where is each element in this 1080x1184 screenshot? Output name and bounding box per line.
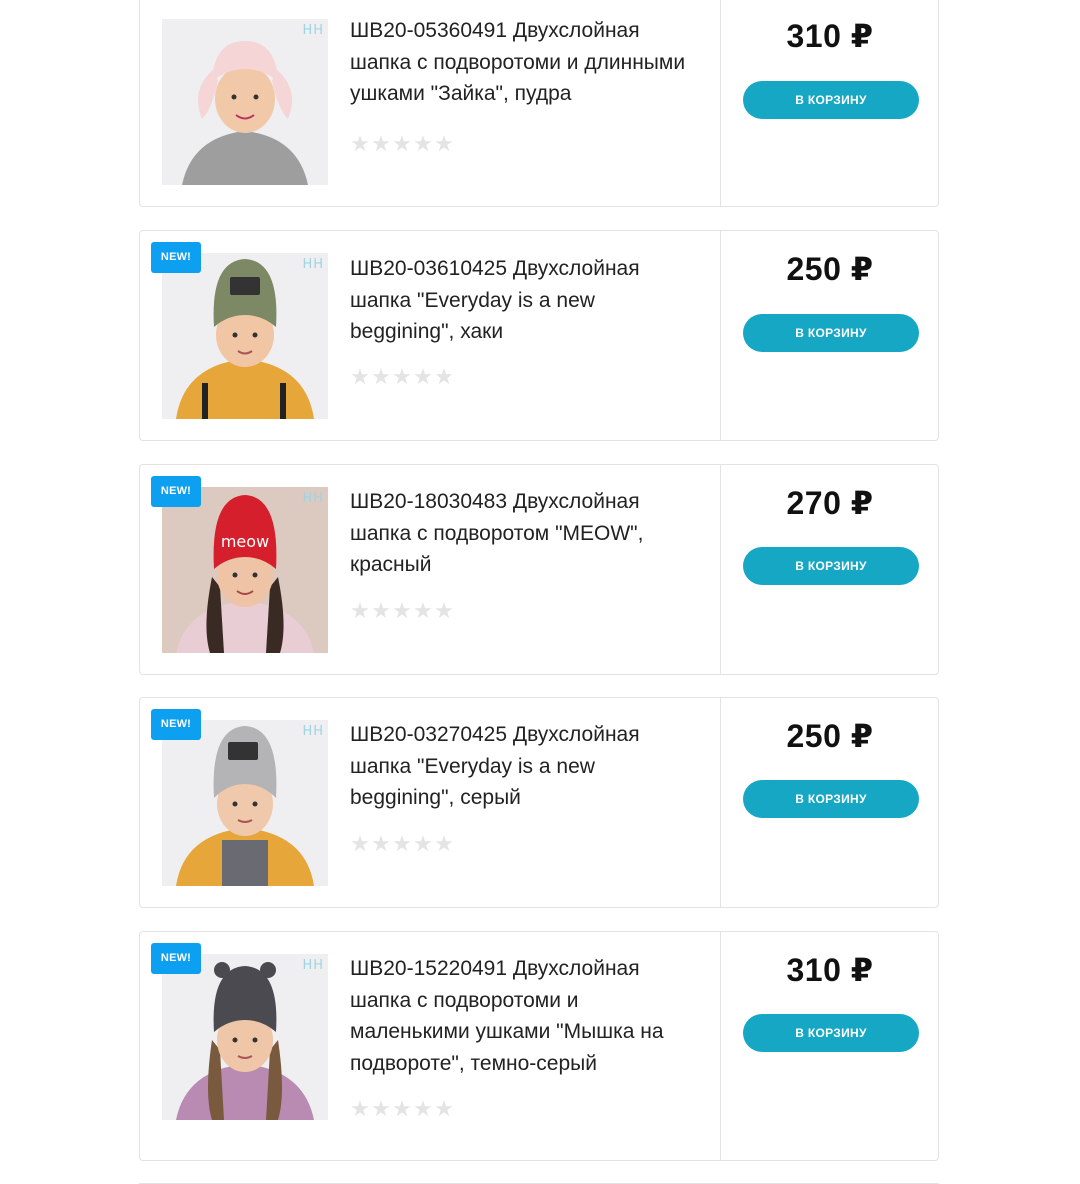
new-badge: NEW! <box>151 242 201 273</box>
svg-text:meow: meow <box>221 532 269 551</box>
brand-watermark: HH <box>302 958 324 973</box>
star-icon[interactable]: ★ <box>392 133 412 155</box>
product-card: NEW! HH ШВ20-03610425 Двухслойная шапка … <box>139 230 939 441</box>
star-icon[interactable]: ★ <box>392 1098 412 1120</box>
brand-watermark: HH <box>302 257 324 272</box>
product-title[interactable]: ШВ20-15220491 Двухслойная шапка с подвор… <box>350 953 700 1079</box>
add-to-cart-button[interactable]: в корзину <box>743 314 919 352</box>
product-title[interactable]: ШВ20-18030483 Двухслойная шапка с подвор… <box>350 486 700 581</box>
rating-stars[interactable]: ★ ★ ★ ★ ★ <box>350 133 454 155</box>
star-icon[interactable]: ★ <box>350 366 370 388</box>
product-image[interactable]: meow HH <box>162 487 328 653</box>
star-icon[interactable]: ★ <box>413 833 433 855</box>
product-card: NEW! HH ШВ20-03270425 Двухслойная шапка … <box>139 697 939 908</box>
product-price: 250 ₽ <box>786 718 874 754</box>
star-icon[interactable]: ★ <box>392 600 412 622</box>
rating-stars[interactable]: ★ ★ ★ ★ ★ <box>350 600 454 622</box>
star-icon[interactable]: ★ <box>371 133 391 155</box>
add-to-cart-button[interactable]: в корзину <box>743 1014 919 1052</box>
star-icon[interactable]: ★ <box>350 133 370 155</box>
rating-stars[interactable]: ★ ★ ★ ★ ★ <box>350 366 454 388</box>
product-price: 310 ₽ <box>786 18 874 54</box>
product-image[interactable]: HH <box>162 19 328 185</box>
product-title[interactable]: ШВ20-05360491 Двухслойная шапка с подвор… <box>350 15 700 110</box>
star-icon[interactable]: ★ <box>413 366 433 388</box>
star-icon[interactable]: ★ <box>413 1098 433 1120</box>
product-image[interactable]: HH <box>162 253 328 419</box>
product-card: NEW! meow HH ШВ20-18030483 Двухслойная ш… <box>139 464 939 675</box>
product-card: HH ШВ20-05360491 Двухслойная шапка с под… <box>139 0 939 207</box>
star-icon[interactable]: ★ <box>392 833 412 855</box>
product-price: 310 ₽ <box>786 952 874 988</box>
new-badge: NEW! <box>151 709 201 740</box>
star-icon[interactable]: ★ <box>371 366 391 388</box>
add-to-cart-button[interactable]: в корзину <box>743 547 919 585</box>
rating-stars[interactable]: ★ ★ ★ ★ ★ <box>350 1098 454 1120</box>
product-price: 250 ₽ <box>786 251 874 287</box>
star-icon[interactable]: ★ <box>434 366 454 388</box>
star-icon[interactable]: ★ <box>392 366 412 388</box>
add-to-cart-button[interactable]: в корзину <box>743 780 919 818</box>
star-icon[interactable]: ★ <box>434 600 454 622</box>
brand-watermark: HH <box>302 23 324 38</box>
star-icon[interactable]: ★ <box>413 133 433 155</box>
product-title[interactable]: ШВ20-03270425 Двухслойная шапка "Everyda… <box>350 719 700 814</box>
new-badge: NEW! <box>151 476 201 507</box>
product-price: 270 ₽ <box>786 485 874 521</box>
star-icon[interactable]: ★ <box>434 1098 454 1120</box>
star-icon[interactable]: ★ <box>350 1098 370 1120</box>
brand-watermark: HH <box>302 491 324 506</box>
product-title[interactable]: ШВ20-03610425 Двухслойная шапка "Everyda… <box>350 253 700 348</box>
star-icon[interactable]: ★ <box>350 600 370 622</box>
product-card: NEW! HH ШВ20-15220491 Двухслойная шапка … <box>139 931 939 1161</box>
star-icon[interactable]: ★ <box>434 133 454 155</box>
brand-watermark: HH <box>302 724 324 739</box>
star-icon[interactable]: ★ <box>371 833 391 855</box>
add-to-cart-button[interactable]: в корзину <box>743 81 919 119</box>
star-icon[interactable]: ★ <box>371 1098 391 1120</box>
star-icon[interactable]: ★ <box>434 833 454 855</box>
rating-stars[interactable]: ★ ★ ★ ★ ★ <box>350 833 454 855</box>
product-image[interactable]: HH <box>162 720 328 886</box>
new-badge: NEW! <box>151 943 201 974</box>
star-icon[interactable]: ★ <box>413 600 433 622</box>
star-icon[interactable]: ★ <box>350 833 370 855</box>
product-image[interactable]: HH <box>162 954 328 1120</box>
star-icon[interactable]: ★ <box>371 600 391 622</box>
